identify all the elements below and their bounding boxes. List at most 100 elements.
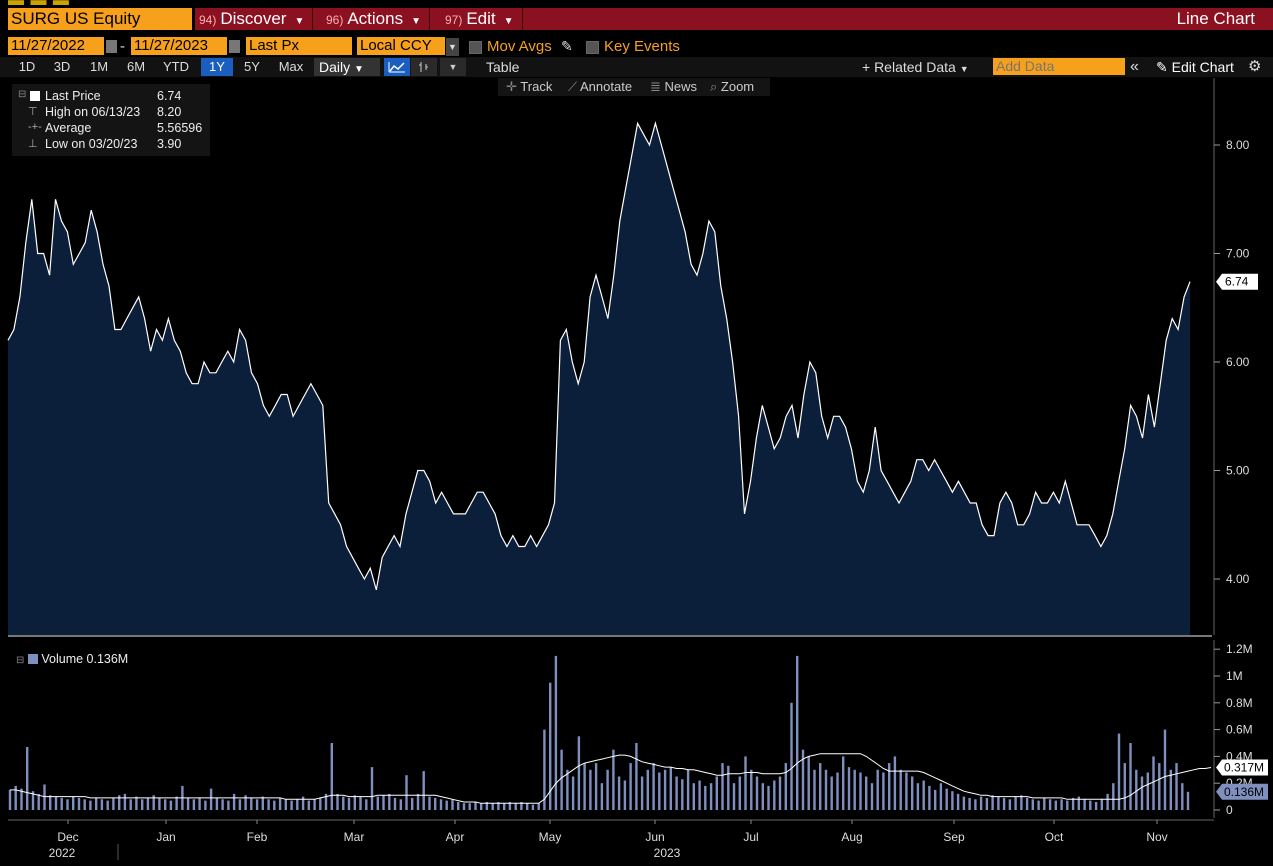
period-toolbar: 1D 3D 1M 6M YTD 1Y 5Y Max Daily ▼ ▼ Tabl… [0, 57, 1273, 77]
volume-bar [796, 655, 799, 810]
price-volume-chart[interactable]: 8.00 7.00 6.00 5.00 4.00 6.74 1.2M 1M 0.8M 0.6M 0… [0, 78, 1273, 866]
volume-bar [767, 785, 770, 810]
chart-type-title: Line Chart [1176, 9, 1255, 28]
frequency-select[interactable]: Daily ▼ [314, 58, 380, 76]
volume-bar [1117, 733, 1121, 810]
volume-tick-label: 1M [1226, 669, 1243, 683]
volume-bar [640, 776, 644, 810]
volume-bar [215, 797, 219, 810]
volume-bar [681, 779, 684, 810]
key-events-label[interactable]: Key Events [604, 37, 680, 57]
menu-actions[interactable]: 96) Actions ▼ [326, 8, 430, 30]
line-chart-icon[interactable] [384, 58, 410, 76]
high-label: High on 06/13/23 [45, 105, 141, 119]
calendar-icon[interactable] [229, 40, 240, 53]
period-1d[interactable]: 1D [12, 58, 42, 76]
volume-value-tag-label: 0.136M [1224, 785, 1264, 799]
volume-bar [991, 795, 994, 810]
volume-bar [192, 799, 196, 810]
volume-bar [928, 785, 931, 810]
price-tick-label: 6.00 [1226, 355, 1250, 369]
volume-bar [939, 783, 943, 810]
volume-bar [491, 803, 494, 810]
volume-bar [347, 797, 351, 810]
menu-bar: 94) Discover ▼ 96) Actions ▼ 97) Edit ▼ Line C… [195, 8, 1273, 30]
volume-bar [77, 797, 81, 810]
collapse-box-icon[interactable]: ⊟ [16, 655, 24, 666]
mov-avgs-label[interactable]: Mov Avgs [487, 37, 552, 57]
volume-bar [1094, 802, 1098, 810]
volume-bar [204, 800, 207, 810]
volume-bar [997, 796, 1000, 810]
price-tick-label: 7.00 [1226, 247, 1250, 261]
month-label: Aug [841, 830, 862, 844]
volume-bar [594, 763, 598, 810]
mov-avgs-checkbox[interactable] [469, 41, 482, 54]
volume-bar [1181, 783, 1184, 810]
volume-bar [428, 796, 431, 810]
volume-bar [1089, 800, 1092, 810]
key-events-checkbox[interactable] [586, 41, 599, 54]
chevron-down-icon[interactable]: ▼ [440, 58, 466, 76]
volume-bar [1106, 793, 1109, 810]
volume-tick-label: 0 [1226, 803, 1233, 817]
volume-bar [692, 783, 695, 810]
month-label: Apr [446, 830, 465, 844]
volume-bar [888, 763, 891, 810]
volume-bar [422, 771, 425, 810]
currency-select[interactable]: Local CCY [357, 37, 445, 55]
period-1m[interactable]: 1M [84, 58, 114, 76]
volume-bar [1152, 756, 1155, 810]
edit-chart-button[interactable]: ✎ Edit Chart [1156, 58, 1234, 76]
volume-bar [773, 780, 776, 810]
frequency-label: Daily [319, 59, 351, 75]
calendar-icon[interactable] [106, 40, 117, 53]
chevron-down-icon[interactable]: ▼ [446, 38, 459, 56]
ticker-field[interactable]: SURG US Equity [8, 8, 192, 30]
volume-bar [43, 784, 46, 810]
month-label: Mar [344, 830, 365, 844]
volume-bar [227, 800, 230, 810]
bar-chart-glyph [419, 62, 428, 72]
menu-edit[interactable]: 97) Edit ▼ [445, 8, 523, 30]
volume-bar [1175, 763, 1178, 810]
volume-bar [922, 780, 925, 810]
volume-bar [95, 797, 98, 810]
volume-bar [583, 763, 586, 810]
start-date-field[interactable]: 11/27/2022 [8, 37, 104, 55]
collapse-box-icon[interactable]: ⊟ [18, 89, 26, 100]
volume-bar [663, 769, 667, 810]
related-data-button[interactable]: + Related Data ▼ [862, 58, 969, 78]
period-ytd[interactable]: YTD [158, 58, 194, 76]
period-5y[interactable]: 5Y [238, 58, 266, 76]
volume-tick-label: 1.2M [1226, 642, 1253, 656]
volume-bar [750, 769, 753, 810]
line-chart-glyph [388, 62, 405, 73]
add-data-input[interactable] [993, 58, 1125, 75]
period-max[interactable]: Max [274, 58, 308, 76]
volume-bar [336, 793, 339, 810]
period-6m[interactable]: 6M [121, 58, 151, 76]
collapse-icon[interactable]: « [1130, 58, 1139, 76]
volume-bar [979, 796, 983, 810]
end-date-field[interactable]: 11/27/2023 [131, 37, 227, 55]
volume-bar [1002, 797, 1006, 810]
volume-bar [129, 799, 132, 810]
caret-down-icon: ▼ [959, 64, 969, 74]
menu-discover[interactable]: 94) Discover ▼ [199, 8, 314, 30]
volume-bar [1135, 769, 1138, 810]
field-select[interactable]: Last Px [246, 37, 352, 55]
volume-bar [451, 799, 454, 810]
volume-bar [480, 803, 483, 810]
table-button[interactable]: Table [486, 58, 519, 76]
volume-bar [658, 772, 661, 810]
volume-bar [698, 780, 701, 810]
period-3d[interactable]: 3D [47, 58, 77, 76]
period-1y[interactable]: 1Y [201, 58, 233, 76]
pencil-icon[interactable]: ✎ [561, 38, 573, 55]
month-label: Oct [1045, 830, 1064, 844]
gear-icon[interactable]: ⚙ [1248, 57, 1261, 77]
volume-bar [232, 793, 236, 810]
price-tick-label: 8.00 [1226, 138, 1250, 152]
bar-chart-icon[interactable] [411, 58, 437, 76]
